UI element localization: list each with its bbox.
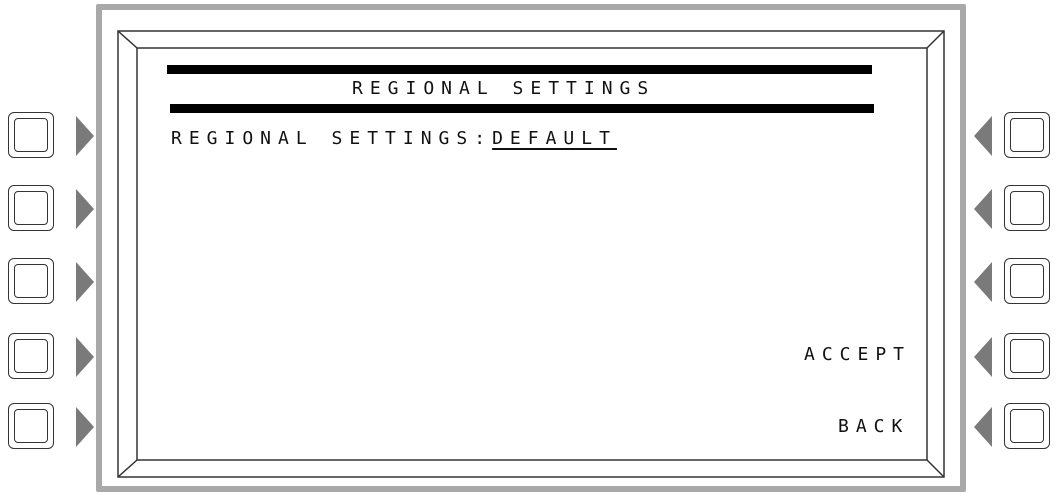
soft-key-right-4[interactable] xyxy=(994,333,1054,381)
arrow-right-icon xyxy=(76,116,94,156)
soft-key-left-4[interactable] xyxy=(0,333,60,381)
arrow-left-icon xyxy=(974,116,992,156)
arrow-left-icon xyxy=(974,189,992,229)
soft-key-button[interactable] xyxy=(1004,403,1050,449)
arrow-left-icon xyxy=(974,262,992,302)
regional-settings-value[interactable]: DEFAULT xyxy=(492,128,617,149)
soft-key-button[interactable] xyxy=(1004,333,1050,379)
soft-key-button[interactable] xyxy=(8,112,54,158)
regional-settings-field[interactable]: REGIONAL SETTINGS:DEFAULT xyxy=(171,128,617,149)
page-title: REGIONAL SETTINGS xyxy=(352,78,656,99)
arrow-left-icon xyxy=(974,337,992,377)
title-bar-top xyxy=(167,65,872,74)
soft-key-button[interactable] xyxy=(8,185,54,231)
soft-key-left-5[interactable] xyxy=(0,403,60,451)
soft-key-button[interactable] xyxy=(8,403,54,449)
soft-key-button[interactable] xyxy=(8,333,54,379)
soft-key-right-5[interactable] xyxy=(994,403,1054,451)
regional-settings-label: REGIONAL SETTINGS: xyxy=(171,128,493,149)
arrow-right-icon xyxy=(76,189,94,229)
accept-option[interactable]: ACCEPT xyxy=(804,344,911,365)
soft-key-left-1[interactable] xyxy=(0,112,60,160)
soft-key-button[interactable] xyxy=(8,258,54,304)
soft-key-right-3[interactable] xyxy=(994,258,1054,306)
soft-key-right-1[interactable] xyxy=(994,112,1054,160)
arrow-right-icon xyxy=(76,262,94,302)
soft-key-right-2[interactable] xyxy=(994,185,1054,233)
soft-key-button[interactable] xyxy=(1004,112,1050,158)
arrow-left-icon xyxy=(974,407,992,447)
arrow-right-icon xyxy=(76,337,94,377)
soft-key-button[interactable] xyxy=(1004,258,1050,304)
back-option[interactable]: BACK xyxy=(838,416,909,437)
soft-key-left-3[interactable] xyxy=(0,258,60,306)
arrow-right-icon xyxy=(76,407,94,447)
soft-key-left-2[interactable] xyxy=(0,185,60,233)
title-bar-bottom xyxy=(170,104,874,113)
soft-key-button[interactable] xyxy=(1004,185,1050,231)
